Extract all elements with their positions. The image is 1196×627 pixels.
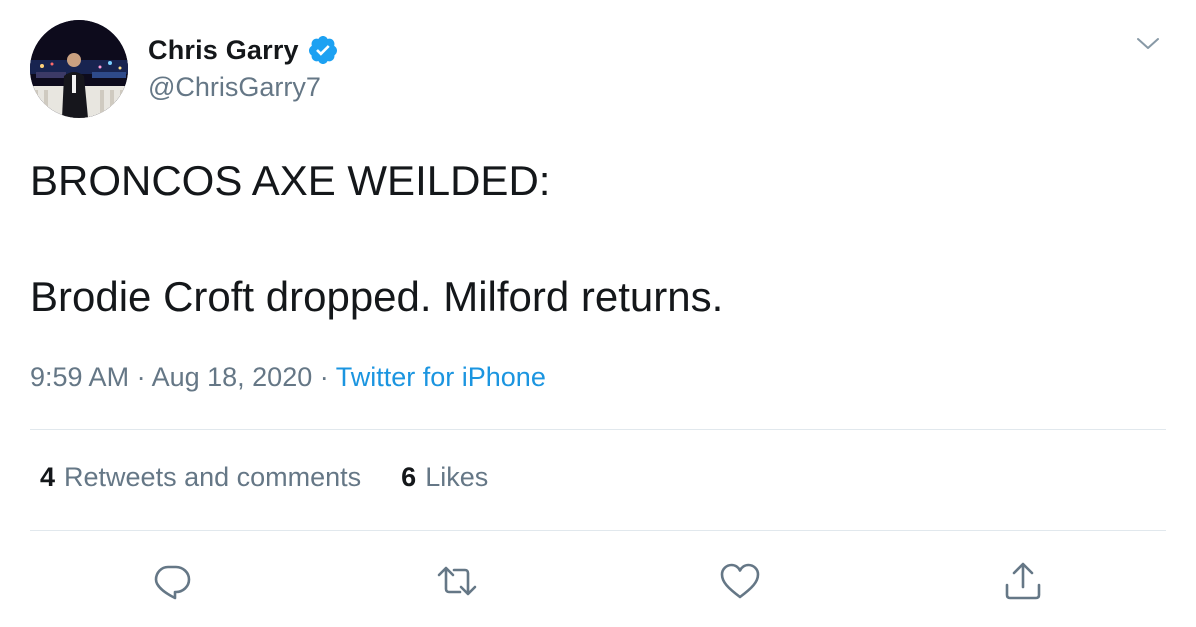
likes-stat[interactable]: 6 Likes bbox=[401, 462, 488, 493]
retweet-icon bbox=[437, 566, 477, 596]
divider bbox=[30, 429, 1166, 430]
line-break bbox=[30, 210, 1160, 268]
tweet-date[interactable]: Aug 18, 2020 bbox=[152, 362, 313, 392]
share-icon bbox=[1005, 562, 1041, 600]
retweet-button[interactable] bbox=[435, 559, 479, 603]
tweet-line: BRONCOS AXE WEILDED: bbox=[30, 157, 551, 204]
retweets-comments-stat[interactable]: 4 Retweets and comments bbox=[40, 462, 361, 493]
retweets-comments-label: Retweets and comments bbox=[64, 462, 362, 492]
tweet-header: Chris Garry @ChrisGarry7 bbox=[30, 20, 1166, 120]
tweet-card: Chris Garry @ChrisGarry7 BRONCOS AXE WEI… bbox=[0, 0, 1196, 627]
retweets-comments-count: 4 bbox=[40, 462, 56, 492]
meta-separator: · bbox=[129, 362, 152, 392]
tweet-text: BRONCOS AXE WEILDED: Brodie Croft droppe… bbox=[30, 152, 1160, 326]
avatar-photo bbox=[30, 20, 128, 118]
tweet-stats: 4 Retweets and comments 6 Likes bbox=[40, 462, 488, 493]
chevron-down-icon[interactable] bbox=[1134, 30, 1162, 58]
share-button[interactable] bbox=[1001, 559, 1045, 603]
likes-label: Likes bbox=[425, 462, 489, 492]
tweet-actions bbox=[0, 555, 1196, 605]
display-name[interactable]: Chris Garry bbox=[148, 35, 299, 66]
user-handle[interactable]: @ChrisGarry7 bbox=[148, 72, 321, 103]
avatar[interactable] bbox=[30, 20, 128, 118]
verified-badge-icon bbox=[307, 34, 339, 66]
heart-icon bbox=[720, 563, 760, 599]
like-button[interactable] bbox=[718, 559, 762, 603]
tweet-source-link[interactable]: Twitter for iPhone bbox=[336, 362, 546, 392]
tweet-meta: 9:59 AM · Aug 18, 2020 · Twitter for iPh… bbox=[30, 362, 546, 393]
meta-separator: · bbox=[312, 362, 336, 392]
likes-count: 6 bbox=[401, 462, 417, 492]
name-row: Chris Garry bbox=[148, 32, 339, 68]
reply-button[interactable] bbox=[150, 559, 194, 603]
tweet-line: Brodie Croft dropped. Milford returns. bbox=[30, 273, 724, 320]
divider bbox=[30, 530, 1166, 531]
reply-icon bbox=[154, 565, 191, 600]
tweet-time[interactable]: 9:59 AM bbox=[30, 362, 129, 392]
